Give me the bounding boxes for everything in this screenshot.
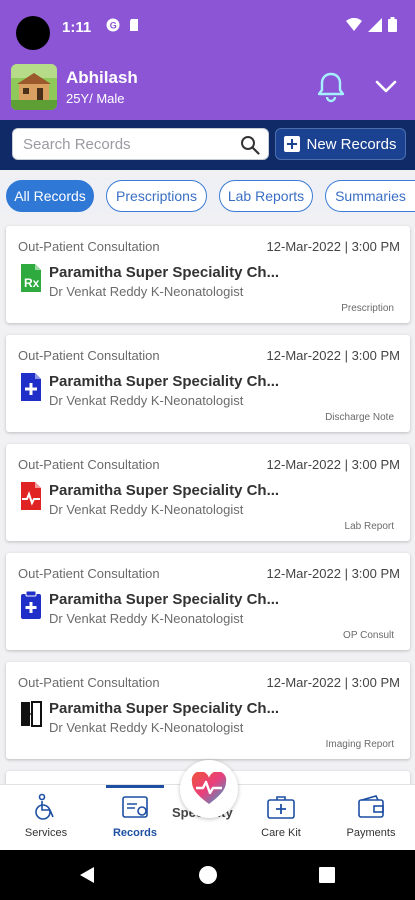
- record-hospital: Paramitha Super Speciality Ch...: [49, 482, 280, 499]
- record-card[interactable]: Out-Patient Consultation 12-Mar-2022 | 3…: [6, 335, 410, 432]
- record-date: 12-Mar-2022 | 3:00 PM: [266, 239, 400, 254]
- record-type: Out-Patient Consultation: [18, 675, 160, 690]
- new-records-button[interactable]: New Records: [275, 128, 406, 160]
- nav-care-kit[interactable]: Care Kit: [246, 793, 316, 845]
- recents-icon[interactable]: [319, 867, 335, 883]
- search-input[interactable]: [23, 129, 233, 159]
- back-icon[interactable]: [78, 866, 96, 884]
- user-name: Abhilash: [66, 68, 138, 87]
- search-band: New Records: [0, 120, 415, 170]
- record-doctor: Dr Venkat Reddy K-Neonatologist: [49, 502, 244, 517]
- chip-prescriptions[interactable]: Prescriptions: [106, 180, 207, 212]
- nav-label: Payments: [346, 827, 396, 839]
- lab-report-icon: [21, 482, 41, 510]
- record-type: Out-Patient Consultation: [18, 457, 160, 472]
- google-icon: G: [106, 18, 120, 32]
- app-header: Abhilash 25Y/ Male: [0, 58, 415, 120]
- records-icon: [122, 796, 148, 818]
- op-consult-icon: [21, 590, 41, 619]
- discharge-note-icon: [21, 373, 41, 401]
- nav-label: Services: [24, 827, 68, 839]
- record-date: 12-Mar-2022 | 3:00 PM: [266, 457, 400, 472]
- record-kind: Imaging Report: [325, 739, 394, 750]
- record-hospital: Paramitha Super Speciality Ch...: [49, 591, 280, 608]
- record-doctor: Dr Venkat Reddy K-Neonatologist: [49, 393, 244, 408]
- record-hospital: Paramitha Super Speciality Ch...: [49, 373, 280, 390]
- prescription-icon: Rx: [21, 264, 41, 292]
- battery-icon: [388, 17, 397, 32]
- search-icon[interactable]: [240, 135, 260, 155]
- camera-cutout: [16, 16, 50, 50]
- user-age-gender: 25Y/ Male: [66, 91, 125, 106]
- svg-text:Rx: Rx: [24, 276, 40, 290]
- home-icon[interactable]: [199, 866, 217, 884]
- record-card[interactable]: Out-Patient Consultation 12-Mar-2022 | 3…: [6, 226, 410, 323]
- nav-services[interactable]: Services: [11, 793, 81, 845]
- record-kind: Lab Report: [344, 521, 394, 532]
- nav-records[interactable]: Records: [100, 785, 170, 845]
- house-avatar-image: [11, 64, 57, 110]
- chip-summaries[interactable]: Summaries: [325, 180, 415, 212]
- bell-icon[interactable]: [314, 70, 348, 104]
- plus-icon: [284, 136, 301, 152]
- imaging-report-icon: [21, 701, 42, 727]
- record-hospital: Paramitha Super Speciality Ch...: [49, 700, 280, 717]
- record-date: 12-Mar-2022 | 3:00 PM: [266, 348, 400, 363]
- record-doctor: Dr Venkat Reddy K-Neonatologist: [49, 284, 244, 299]
- search-box[interactable]: [12, 128, 269, 160]
- nav-label: Care Kit: [261, 827, 301, 839]
- svg-text:G: G: [110, 21, 117, 31]
- nav-label: Records: [112, 827, 158, 839]
- status-bar: 1:11 G: [0, 0, 415, 58]
- new-records-label: New Records: [306, 135, 397, 153]
- care-kit-icon: [267, 796, 295, 819]
- record-date: 12-Mar-2022 | 3:00 PM: [266, 675, 400, 690]
- record-kind: Discharge Note: [325, 412, 394, 423]
- sd-card-icon: [130, 19, 138, 31]
- record-date: 12-Mar-2022 | 3:00 PM: [266, 566, 400, 581]
- wheelchair-icon: [35, 793, 54, 820]
- status-time: 1:11: [62, 19, 92, 36]
- avatar[interactable]: [11, 64, 57, 110]
- nav-payments[interactable]: Payments: [336, 793, 406, 845]
- record-doctor: Dr Venkat Reddy K-Neonatologist: [49, 720, 244, 735]
- wallet-icon: [358, 795, 384, 818]
- filter-chips: All Records Prescriptions Lab Reports Su…: [0, 178, 415, 214]
- heart-pulse-icon: [191, 772, 227, 804]
- record-type: Out-Patient Consultation: [18, 566, 160, 581]
- chip-lab-reports[interactable]: Lab Reports: [219, 180, 313, 212]
- record-kind: Prescription: [341, 303, 394, 314]
- chevron-down-icon[interactable]: [372, 74, 400, 100]
- system-nav-bar: [0, 850, 415, 900]
- signal-icon: [368, 17, 382, 32]
- record-doctor: Dr Venkat Reddy K-Neonatologist: [49, 611, 244, 626]
- record-type: Out-Patient Consultation: [18, 348, 160, 363]
- health-heart-button[interactable]: [180, 760, 238, 818]
- chip-all-records[interactable]: All Records: [6, 180, 94, 212]
- record-card[interactable]: Out-Patient Consultation 12-Mar-2022 | 3…: [6, 553, 410, 650]
- record-hospital: Paramitha Super Speciality Ch...: [49, 264, 280, 281]
- record-type: Out-Patient Consultation: [18, 239, 160, 254]
- record-kind: OP Consult: [343, 630, 394, 641]
- wifi-icon: [346, 17, 362, 31]
- record-card[interactable]: Out-Patient Consultation 12-Mar-2022 | 3…: [6, 444, 410, 541]
- record-card[interactable]: Out-Patient Consultation 12-Mar-2022 | 3…: [6, 662, 410, 759]
